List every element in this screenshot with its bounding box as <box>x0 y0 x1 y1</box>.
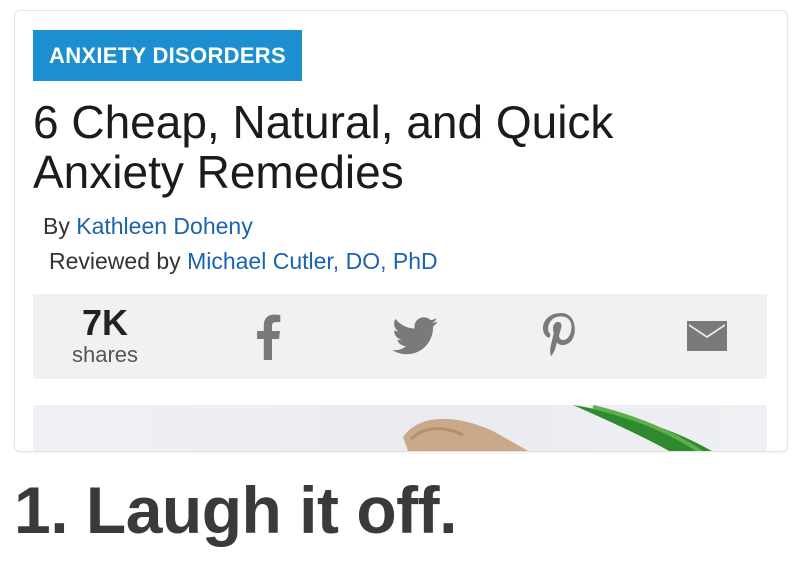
facebook-icon <box>257 314 281 360</box>
section-heading: 1. Laugh it off. <box>14 473 457 547</box>
article-card: ANXIETY DISORDERS 6 Cheap, Natural, and … <box>14 10 788 452</box>
twitter-share-button[interactable] <box>385 310 445 362</box>
share-count: 7K shares <box>55 304 155 368</box>
facebook-share-button[interactable] <box>238 310 298 362</box>
share-count-number: 7K <box>81 302 129 343</box>
email-share-button[interactable] <box>677 310 737 362</box>
author-prefix: By <box>43 213 77 239</box>
reviewer-prefix: Reviewed by <box>49 248 188 274</box>
twitter-icon <box>392 317 438 355</box>
article-hero-image <box>33 405 767 451</box>
hero-image-art <box>403 405 712 451</box>
byline-reviewer: Reviewed by Michael Cutler, DO, PhD <box>49 248 438 275</box>
author-link[interactable]: Kathleen Doheny <box>76 213 252 239</box>
byline-author: By Kathleen Doheny <box>43 213 253 240</box>
share-count-label: shares <box>71 342 139 367</box>
pinterest-icon <box>543 313 575 357</box>
category-tag[interactable]: ANXIETY DISORDERS <box>33 30 302 81</box>
pinterest-share-button[interactable] <box>530 310 590 362</box>
article-title: 6 Cheap, Natural, and Quick Anxiety Reme… <box>33 96 614 198</box>
reviewer-link[interactable]: Michael Cutler, DO, PhD <box>187 248 438 274</box>
email-icon <box>687 321 727 351</box>
share-bar: 7K shares <box>33 294 767 379</box>
